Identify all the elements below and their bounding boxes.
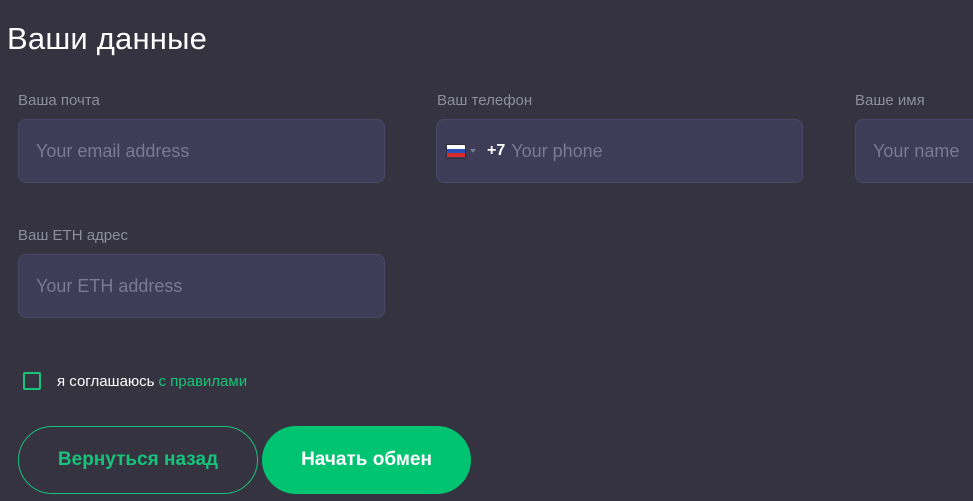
email-label: Ваша почта: [18, 92, 100, 109]
russia-flag-icon[interactable]: [447, 144, 465, 158]
exchange-form-page: Ваши данные Ваша почта Ваш телефон +7 Ва…: [0, 0, 973, 501]
email-field[interactable]: [19, 120, 384, 182]
start-exchange-button[interactable]: Начать обмен: [262, 426, 471, 494]
dial-code: +7: [487, 142, 506, 159]
eth-label: Ваш ETH адрес: [18, 227, 128, 244]
phone-label: Ваш телефон: [437, 92, 533, 109]
rules-link[interactable]: с правилами: [158, 373, 247, 390]
email-field-box: [18, 119, 385, 183]
agreement-row: я соглашаюсь с правилами: [23, 372, 247, 390]
eth-field-box: [18, 254, 385, 318]
name-label: Ваше имя: [855, 92, 925, 109]
agreement-text: я соглашаюсь: [57, 372, 155, 390]
agreement-checkbox[interactable]: [23, 372, 41, 390]
phone-field[interactable]: [505, 120, 802, 182]
page-title: Ваши данные: [7, 21, 208, 56]
name-field[interactable]: [856, 120, 973, 182]
name-field-box: [855, 119, 973, 183]
phone-field-box: +7: [436, 119, 803, 183]
back-button[interactable]: Вернуться назад: [18, 426, 258, 494]
eth-address-field[interactable]: [19, 255, 384, 317]
chevron-down-icon[interactable]: [470, 149, 476, 153]
